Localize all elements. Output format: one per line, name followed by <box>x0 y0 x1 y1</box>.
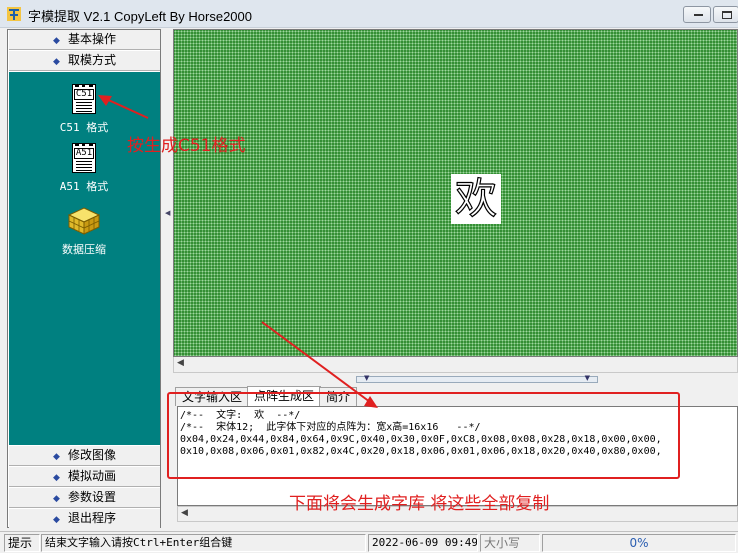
nav-label: 基本操作 <box>67 32 116 46</box>
c51-document-icon: C51 <box>72 84 96 114</box>
diamond-icon: ◆ <box>53 36 60 46</box>
splitter-grip[interactable]: ▼ ▼ <box>356 374 598 383</box>
status-caps: 大小写 <box>480 534 540 552</box>
compress-cube-icon <box>67 207 101 235</box>
left-panel: ◆ 基本操作 ◆ 取模方式 C51 C51 格式 A51 A51 格式 数据压缩… <box>7 29 161 529</box>
tool-label: 数据压缩 <box>62 243 106 256</box>
status-datetime: 2022-06-09 09:49:36 <box>368 534 478 552</box>
nav-basic-operations[interactable]: ◆ 基本操作 <box>9 30 160 50</box>
data-compress-tool[interactable]: 数据压缩 <box>44 206 124 257</box>
diamond-icon: ◆ <box>53 452 60 462</box>
status-label: 提示 <box>4 534 40 552</box>
horizontal-splitter[interactable]: ▼ ▼ <box>173 374 738 384</box>
nav-exit-program[interactable]: ◆ 退出程序 <box>9 509 160 529</box>
tool-area: C51 C51 格式 A51 A51 格式 数据压缩 <box>9 72 160 445</box>
c51-format-tool[interactable]: C51 C51 格式 <box>44 84 124 135</box>
nav-edit-image[interactable]: ◆ 修改图像 <box>9 446 160 466</box>
annotation-copy-note: 下面将会生成字库 将这些全部复制 <box>289 494 550 514</box>
window-title: 字模提取 V2.1 CopyLeft By Horse2000 <box>28 9 252 24</box>
dot-matrix-canvas[interactable]: 欢 <box>173 29 738 357</box>
scroll-left-icon[interactable]: ◀ <box>181 508 188 518</box>
diamond-icon: ◆ <box>53 57 60 67</box>
nav-simulate-animation[interactable]: ◆ 模拟动画 <box>9 467 160 487</box>
tool-label: A51 格式 <box>59 180 109 193</box>
diamond-icon: ◆ <box>53 515 60 525</box>
minimize-button[interactable] <box>683 6 711 23</box>
maximize-icon <box>722 11 732 19</box>
matrix-horizontal-scrollbar[interactable]: ◀ <box>173 357 738 373</box>
diamond-icon: ◆ <box>53 473 60 483</box>
minimize-icon <box>694 14 703 16</box>
glyph-preview: 欢 <box>451 174 501 224</box>
a51-format-tool[interactable]: A51 A51 格式 <box>44 143 124 194</box>
title-bar: 字模提取 V2.1 CopyLeft By Horse2000 <box>0 0 738 28</box>
splitter-down-icon: ▼ <box>584 374 590 382</box>
nav-label: 修改图像 <box>67 448 116 462</box>
diamond-icon: ◆ <box>53 494 60 504</box>
tool-label: C51 格式 <box>59 121 109 134</box>
nav-label: 参数设置 <box>67 490 116 504</box>
splitter-down-icon: ▼ <box>364 374 370 382</box>
glyph-character: 欢 <box>454 174 497 223</box>
nav-extraction-mode[interactable]: ◆ 取模方式 <box>9 51 160 71</box>
status-progress: 0% <box>542 534 736 552</box>
icon-text: A51 <box>74 148 94 159</box>
status-bar: 提示 结束文字输入请按Ctrl+Enter组合键 2022-06-09 09:4… <box>0 531 738 553</box>
nav-label: 取模方式 <box>67 53 116 67</box>
app-icon <box>7 7 21 21</box>
nav-parameter-settings[interactable]: ◆ 参数设置 <box>9 488 160 508</box>
collapse-arrow-icon[interactable]: ◀ <box>165 209 170 217</box>
maximize-button[interactable] <box>713 6 738 23</box>
annotation-highlight-box <box>167 392 680 479</box>
status-hint: 结束文字输入请按Ctrl+Enter组合键 <box>41 534 366 552</box>
a51-document-icon: A51 <box>72 143 96 173</box>
nav-label: 模拟动画 <box>67 469 116 483</box>
nav-label: 退出程序 <box>67 511 116 525</box>
scroll-left-icon[interactable]: ◀ <box>177 358 184 368</box>
icon-text: C51 <box>74 89 94 100</box>
annotation-c51-note: 按生成C51格式 <box>127 136 246 156</box>
